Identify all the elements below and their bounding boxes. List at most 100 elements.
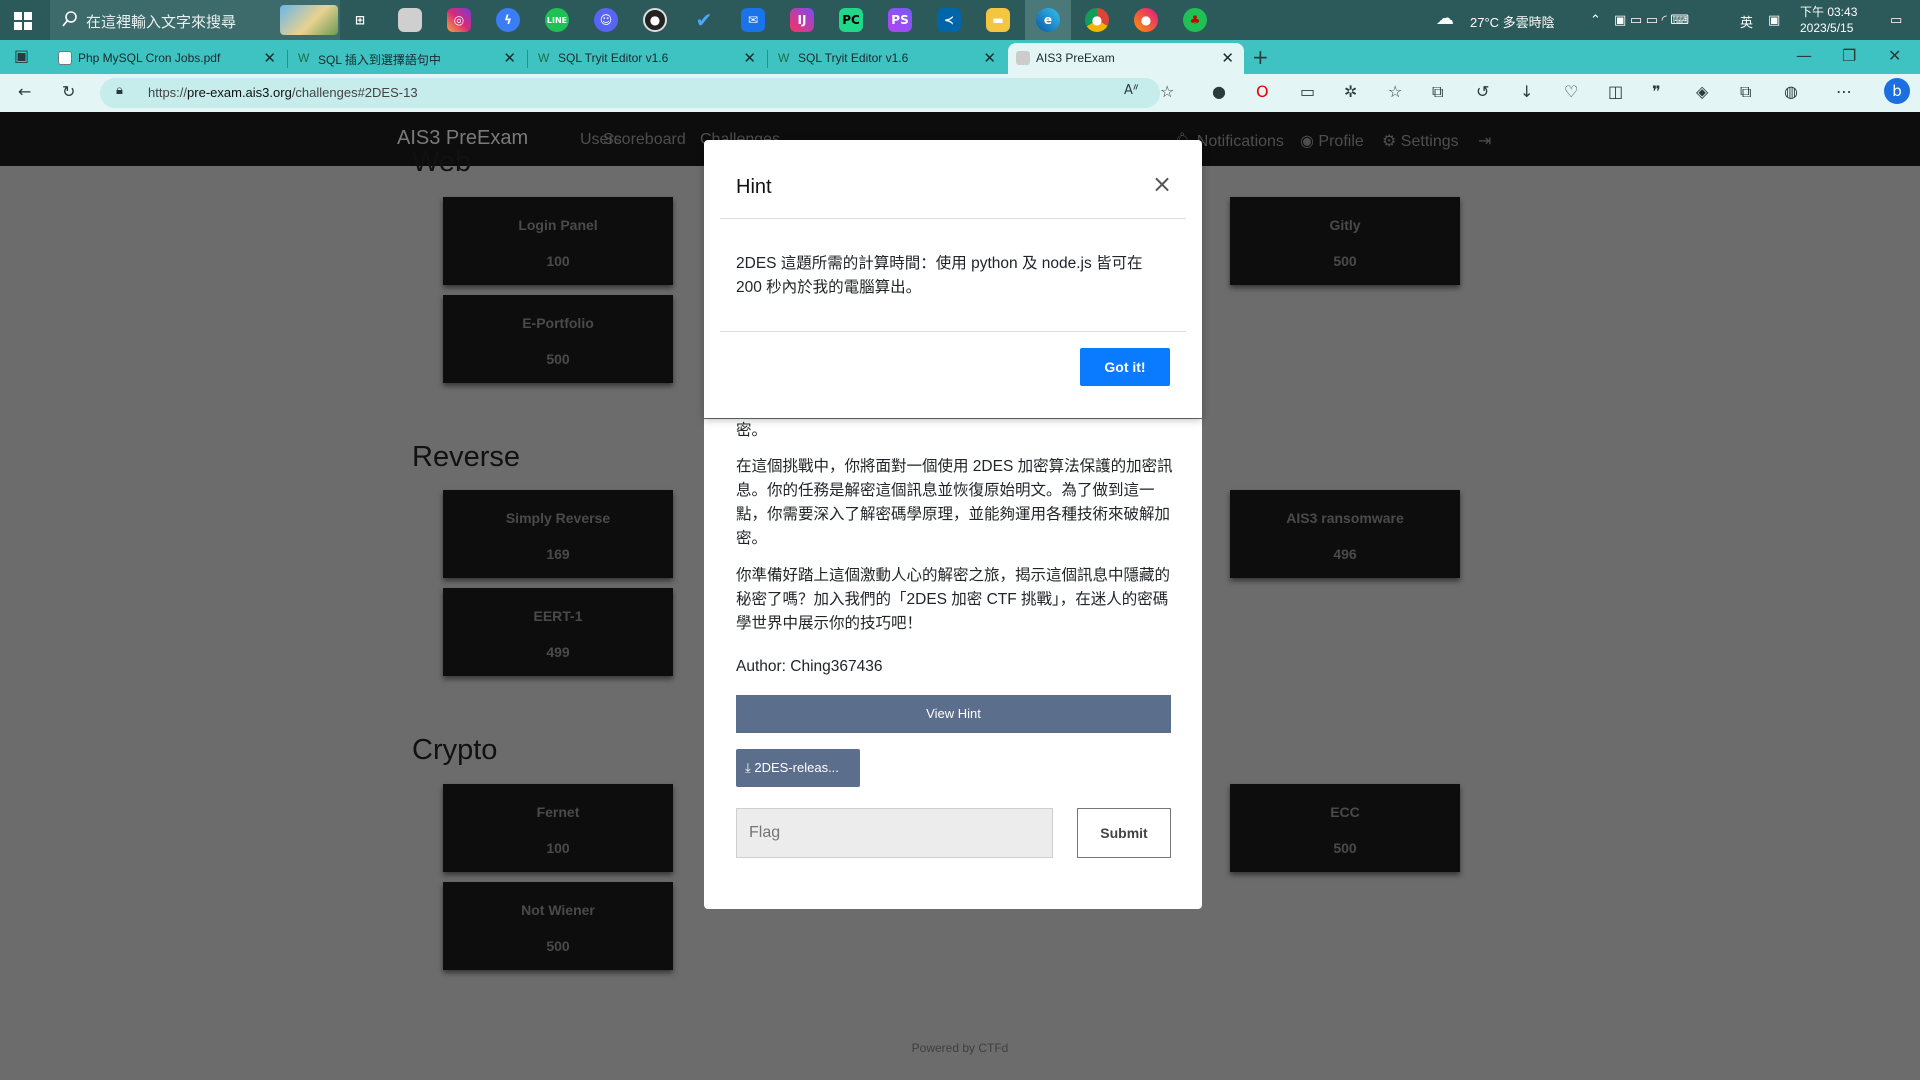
history-icon[interactable]: ↺ xyxy=(1476,82,1489,101)
discord-icon[interactable]: ☺ xyxy=(594,8,618,32)
tab-separator xyxy=(767,50,768,68)
challenge-card-gitly[interactable]: Gitly 500 xyxy=(1230,197,1460,285)
back-icon[interactable]: ← xyxy=(18,82,31,101)
download-icon: ⤓ xyxy=(745,760,751,775)
firefox-icon[interactable]: ● xyxy=(1134,8,1158,32)
nav-profile[interactable]: ◉ Profile xyxy=(1300,131,1364,151)
logout-icon[interactable]: ⇥ xyxy=(1478,131,1491,151)
extensions-icon[interactable]: ✲ xyxy=(1344,82,1357,101)
read-aloud-icon[interactable]: Aᐥ xyxy=(1124,83,1139,98)
task-view-icon[interactable]: ⊞ xyxy=(348,8,372,32)
phpstorm-icon[interactable]: PS xyxy=(888,8,912,32)
new-tab-icon[interactable]: + xyxy=(1252,45,1269,69)
messenger-icon[interactable]: ϟ xyxy=(496,8,520,32)
flag-input[interactable] xyxy=(736,808,1053,858)
hint-modal: Hint × 2DES 這題所需的計算時間：使用 python 及 node.j… xyxy=(704,140,1202,418)
performance-icon[interactable]: ♡ xyxy=(1564,82,1578,101)
vscode-icon[interactable]: ≺ xyxy=(937,8,961,32)
minimize-icon[interactable]: — xyxy=(1796,46,1812,65)
restore-icon[interactable]: ❐ xyxy=(1842,46,1856,65)
edge-icon[interactable]: e xyxy=(1036,8,1060,32)
challenge-points: 500 xyxy=(546,351,570,367)
app-icon[interactable]: ♣ xyxy=(1183,8,1207,32)
tab-close-icon[interactable]: ✕ xyxy=(743,49,756,67)
download-file-button[interactable]: ⤓ 2DES-releas... xyxy=(736,749,860,787)
challenge-card-simply-reverse[interactable]: Simply Reverse 169 xyxy=(443,490,673,578)
view-hint-button[interactable]: View Hint xyxy=(736,695,1171,733)
extension-chat-icon[interactable]: ▭ xyxy=(1300,82,1315,101)
favorites-icon[interactable]: ☆ xyxy=(1388,82,1402,101)
tab-close-icon[interactable]: ✕ xyxy=(983,49,996,67)
more-menu-icon[interactable]: ⋯ xyxy=(1836,82,1852,101)
nav-scoreboard[interactable]: Scoreboard xyxy=(603,131,686,149)
lock-icon[interactable]: 🔒︎ xyxy=(116,83,123,98)
pycharm-icon[interactable]: PC xyxy=(839,8,863,32)
workspaces-icon[interactable]: ⧉ xyxy=(1740,82,1751,102)
tab-close-icon[interactable]: ✕ xyxy=(263,49,276,67)
clock-date[interactable]: 2023/5/15 xyxy=(1800,21,1853,35)
chrome-icon[interactable]: ● xyxy=(1085,8,1109,32)
challenge-card-e-portfolio[interactable]: E-Portfolio 500 xyxy=(443,295,673,383)
bing-chat-icon[interactable]: b xyxy=(1884,78,1910,104)
challenge-card-not-wiener[interactable]: Not Wiener 500 xyxy=(443,882,673,970)
tab-actions-icon[interactable]: ▣ xyxy=(14,46,29,65)
w3schools-favicon-icon: W xyxy=(538,51,550,65)
todo-check-icon[interactable]: ✔ xyxy=(692,8,716,32)
obs-icon[interactable]: ● xyxy=(643,8,667,32)
weather-text[interactable]: 27°C 多雲時陰 xyxy=(1470,12,1555,31)
intellij-icon[interactable]: IJ xyxy=(790,8,814,32)
instagram-icon[interactable]: ◎ xyxy=(447,8,471,32)
quote-icon[interactable]: ❞ xyxy=(1652,82,1661,101)
tab-sql-tryit-1[interactable]: W SQL Tryit Editor v1.6 ✕ xyxy=(530,43,766,74)
clock-time[interactable]: 下午 03:43 xyxy=(1800,3,1857,20)
line-icon[interactable]: LINE xyxy=(545,8,569,32)
tab-sql-insert[interactable]: W SQL 插入到選擇語句中 ✕ xyxy=(290,43,526,74)
taskbar-search-box[interactable]: 在這裡輸入文字來搜尋 xyxy=(50,0,340,40)
mail-icon[interactable]: ✉ xyxy=(741,8,765,32)
downloads-icon[interactable]: ↓ xyxy=(1520,82,1533,101)
windows-start-icon[interactable] xyxy=(14,12,32,30)
opera-icon[interactable]: O xyxy=(1256,82,1269,101)
ime-mode-icon[interactable]: ▣ xyxy=(1768,12,1780,28)
collections-icon[interactable]: ⧉ xyxy=(1432,82,1443,102)
submit-flag-button[interactable]: Submit xyxy=(1077,808,1171,858)
refresh-icon[interactable]: ↻ xyxy=(62,82,75,101)
tab-title: SQL Tryit Editor v1.6 xyxy=(558,51,669,65)
weather-icon[interactable]: ☁ xyxy=(1436,8,1454,29)
tab-close-icon[interactable]: ✕ xyxy=(503,49,516,67)
tab-pdf[interactable]: Php MySQL Cron Jobs.pdf ✕ xyxy=(50,43,286,74)
ais3-favicon-icon xyxy=(1016,51,1030,65)
got-it-button[interactable]: Got it! xyxy=(1080,348,1170,386)
challenge-card-login-panel[interactable]: Login Panel 100 xyxy=(443,197,673,285)
tab-close-icon[interactable]: ✕ xyxy=(1221,49,1234,67)
profile-avatar-icon[interactable]: ◍ xyxy=(1784,82,1798,101)
tray-icons[interactable]: ▣ ▭ ▭ ◜ ⌨ xyxy=(1614,12,1689,28)
challenge-author: Author: Ching367436 xyxy=(736,658,883,675)
challenge-description-para1: 在這個挑戰中，你將面對一個使用 2DES 加密算法保護的加密訊息。你的任務是解密… xyxy=(736,458,1173,547)
challenge-name: EERT-1 xyxy=(533,608,583,624)
window-close-icon[interactable]: ✕ xyxy=(1888,46,1901,65)
image-app-icon[interactable] xyxy=(398,8,422,32)
challenge-card-ais3-ransomware[interactable]: AIS3 ransomware 496 xyxy=(1230,490,1460,578)
notification-center-icon[interactable]: ▭ xyxy=(1890,12,1902,28)
tab-sql-tryit-2[interactable]: W SQL Tryit Editor v1.6 ✕ xyxy=(770,43,1006,74)
screenshot-icon[interactable]: ◫ xyxy=(1608,82,1623,101)
chevron-up-icon[interactable]: ⌃ xyxy=(1590,12,1601,28)
challenge-card-fernet[interactable]: Fernet 100 xyxy=(443,784,673,872)
ime-indicator[interactable]: 英 xyxy=(1740,12,1753,31)
challenge-description-para2: 你準備好踏上這個激動人心的解密之旅，揭示這個訊息中隱藏的秘密了嗎？加入我們的「2… xyxy=(736,567,1171,632)
challenge-card-eert-1[interactable]: EERT-1 499 xyxy=(443,588,673,676)
extension-icon[interactable]: ● xyxy=(1212,82,1226,101)
close-icon[interactable]: × xyxy=(1152,170,1172,198)
challenge-points: 496 xyxy=(1333,546,1357,562)
nav-settings[interactable]: ⚙ Settings xyxy=(1382,131,1459,151)
browser-essentials-icon[interactable]: ◈ xyxy=(1696,82,1708,101)
url-path: /challenges#2DES-13 xyxy=(291,85,418,100)
challenge-points: 100 xyxy=(546,253,570,269)
tab-ais3-preexam[interactable]: AIS3 PreExam ✕ xyxy=(1008,43,1244,74)
footer-powered-by[interactable]: Powered by CTFd xyxy=(0,1041,1920,1055)
favorite-add-icon[interactable]: ☆ xyxy=(1160,82,1174,101)
url-input[interactable]: 🔒︎ https://pre-exam.ais3.org/challenges#… xyxy=(100,78,1174,108)
challenge-card-ecc[interactable]: ECC 500 xyxy=(1230,784,1460,872)
file-explorer-icon[interactable]: ▬ xyxy=(986,8,1010,32)
